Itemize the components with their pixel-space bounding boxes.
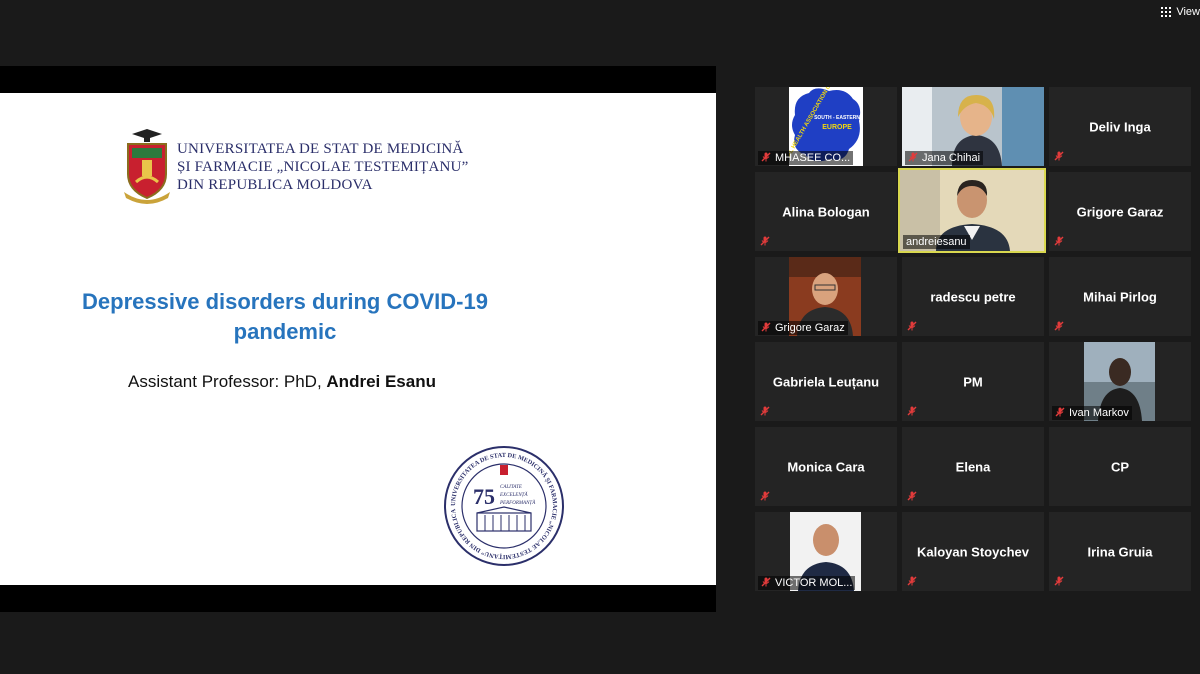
participant-name: MHASEE CO... bbox=[775, 152, 851, 164]
participant-tile-andreiesanu-speaking[interactable]: andreiesanu bbox=[898, 168, 1046, 253]
participant-name: Grigore Garaz bbox=[775, 322, 845, 334]
participant-name: Grigore Garaz bbox=[1076, 204, 1164, 219]
mhasee-line-2: EUROPE bbox=[822, 124, 852, 131]
participant-name: Mihai Pirlog bbox=[1083, 289, 1157, 304]
participant-tile-pm[interactable]: PM bbox=[902, 342, 1044, 421]
participant-tile-radescu-petre[interactable]: radescu petre bbox=[902, 257, 1044, 336]
participant-tile-deliv-inga[interactable]: Deliv Inga bbox=[1049, 87, 1191, 166]
view-label: View bbox=[1176, 6, 1200, 18]
muted-mic-icon bbox=[1054, 321, 1064, 331]
slide-title-line-1: Depressive disorders during COVID-19 bbox=[82, 289, 488, 314]
muted-mic-icon bbox=[1054, 151, 1064, 161]
participant-tile-irina-gruia[interactable]: Irina Gruia bbox=[1049, 512, 1191, 591]
presentation-slide: UNIVERSITATEA DE STAT DE MEDICINĂ ȘI FAR… bbox=[0, 93, 716, 585]
university-line-3: DIN REPUBLICA MOLDOVA bbox=[177, 177, 373, 193]
participant-label: Ivan Markov bbox=[1052, 406, 1132, 420]
grid-view-icon bbox=[1161, 7, 1172, 17]
view-button[interactable]: View bbox=[1161, 4, 1200, 20]
slide-author: Assistant Professor: PhD, Andrei Esanu bbox=[128, 372, 436, 392]
author-prefix: Assistant Professor: PhD, bbox=[128, 372, 327, 391]
participant-label: Jana Chihai bbox=[905, 151, 984, 165]
participant-name: Irina Gruia bbox=[1087, 544, 1153, 559]
participant-name: Jana Chihai bbox=[922, 152, 981, 164]
participant-tile-monica-cara[interactable]: Monica Cara bbox=[755, 427, 897, 506]
muted-mic-icon bbox=[761, 577, 771, 587]
muted-mic-icon bbox=[907, 321, 917, 331]
participant-label: andreiesanu bbox=[903, 235, 970, 249]
participant-tile-alina-bologan[interactable]: Alina Bologan bbox=[755, 172, 897, 251]
muted-mic-icon bbox=[908, 152, 918, 162]
participant-tile-grigore-garaz-video[interactable]: Grigore Garaz bbox=[755, 257, 897, 336]
participant-tile-mihai-pirlog[interactable]: Mihai Pirlog bbox=[1049, 257, 1191, 336]
participant-name: Elena bbox=[955, 459, 991, 474]
participant-label: Grigore Garaz bbox=[758, 321, 848, 335]
muted-mic-icon bbox=[760, 236, 770, 246]
participant-tile-mhasee[interactable]: MENTAL HEALTH ASSOCIATION OF SOUTH - EAS… bbox=[755, 87, 897, 166]
muted-mic-icon bbox=[760, 491, 770, 501]
participant-name: PM bbox=[963, 374, 983, 389]
anniversary-seal-logo: UNIVERSITATEA DE STAT DE MEDICINĂ ȘI FAR… bbox=[443, 445, 564, 566]
muted-mic-icon bbox=[907, 406, 917, 416]
university-line-2: ȘI FARMACIE „NICOLAE TESTEMIȚANU” bbox=[177, 159, 469, 175]
participant-tile-victor-mol[interactable]: VICTOR MOL... bbox=[755, 512, 897, 591]
participant-tile-cp[interactable]: CP bbox=[1049, 427, 1191, 506]
muted-mic-icon bbox=[907, 491, 917, 501]
participant-tile-ivan-markov[interactable]: Ivan Markov bbox=[1049, 342, 1191, 421]
participant-tile-elena[interactable]: Elena bbox=[902, 427, 1044, 506]
participant-name: CP bbox=[1110, 459, 1130, 474]
slide-title: Depressive disorders during COVID-19 pan… bbox=[20, 287, 550, 347]
participant-name: Alina Bologan bbox=[782, 204, 870, 219]
university-name: UNIVERSITATEA DE STAT DE MEDICINĂ ȘI FAR… bbox=[177, 140, 468, 194]
participant-name: Gabriela Leuțanu bbox=[772, 374, 880, 389]
muted-mic-icon bbox=[760, 406, 770, 416]
participant-name: Ivan Markov bbox=[1069, 407, 1129, 419]
participant-name: Monica Cara bbox=[787, 459, 865, 474]
participant-tile-grigore-garaz-audio[interactable]: Grigore Garaz bbox=[1049, 172, 1191, 251]
university-crest-logo bbox=[124, 129, 170, 204]
seal-motto-1: CALITATE bbox=[500, 485, 522, 490]
participant-name: andreiesanu bbox=[906, 236, 967, 248]
muted-mic-icon bbox=[1054, 576, 1064, 586]
muted-mic-icon bbox=[1054, 236, 1064, 246]
participant-label: MHASEE CO... bbox=[758, 151, 854, 165]
participant-name: Kaloyan Stoychev bbox=[917, 544, 1029, 559]
university-line-1: UNIVERSITATEA DE STAT DE MEDICINĂ bbox=[177, 141, 464, 157]
seal-motto-3: PERFORMANȚĂ bbox=[499, 500, 536, 506]
slide-title-line-2: pandemic bbox=[233, 319, 337, 344]
muted-mic-icon bbox=[761, 152, 771, 162]
author-name: Andrei Esanu bbox=[326, 372, 436, 391]
muted-mic-icon bbox=[1055, 407, 1065, 417]
participant-tile-gabriela-leutanu[interactable]: Gabriela Leuțanu bbox=[755, 342, 897, 421]
seal-motto-2: EXCELENȚĂ bbox=[499, 492, 528, 498]
participant-name: VICTOR MOL... bbox=[775, 577, 853, 589]
participant-name: Deliv Inga bbox=[1089, 119, 1151, 134]
muted-mic-icon bbox=[907, 576, 917, 586]
participant-tile-jana-chihai[interactable]: Jana Chihai bbox=[902, 87, 1044, 166]
participant-label: VICTOR MOL... bbox=[758, 576, 856, 590]
muted-mic-icon bbox=[761, 322, 771, 332]
participant-tile-kaloyan-stoychev[interactable]: Kaloyan Stoychev bbox=[902, 512, 1044, 591]
participant-name: radescu petre bbox=[930, 289, 1016, 304]
seal-number: 75 bbox=[473, 484, 495, 509]
mhasee-line-1: SOUTH - EASTERN bbox=[814, 115, 860, 121]
